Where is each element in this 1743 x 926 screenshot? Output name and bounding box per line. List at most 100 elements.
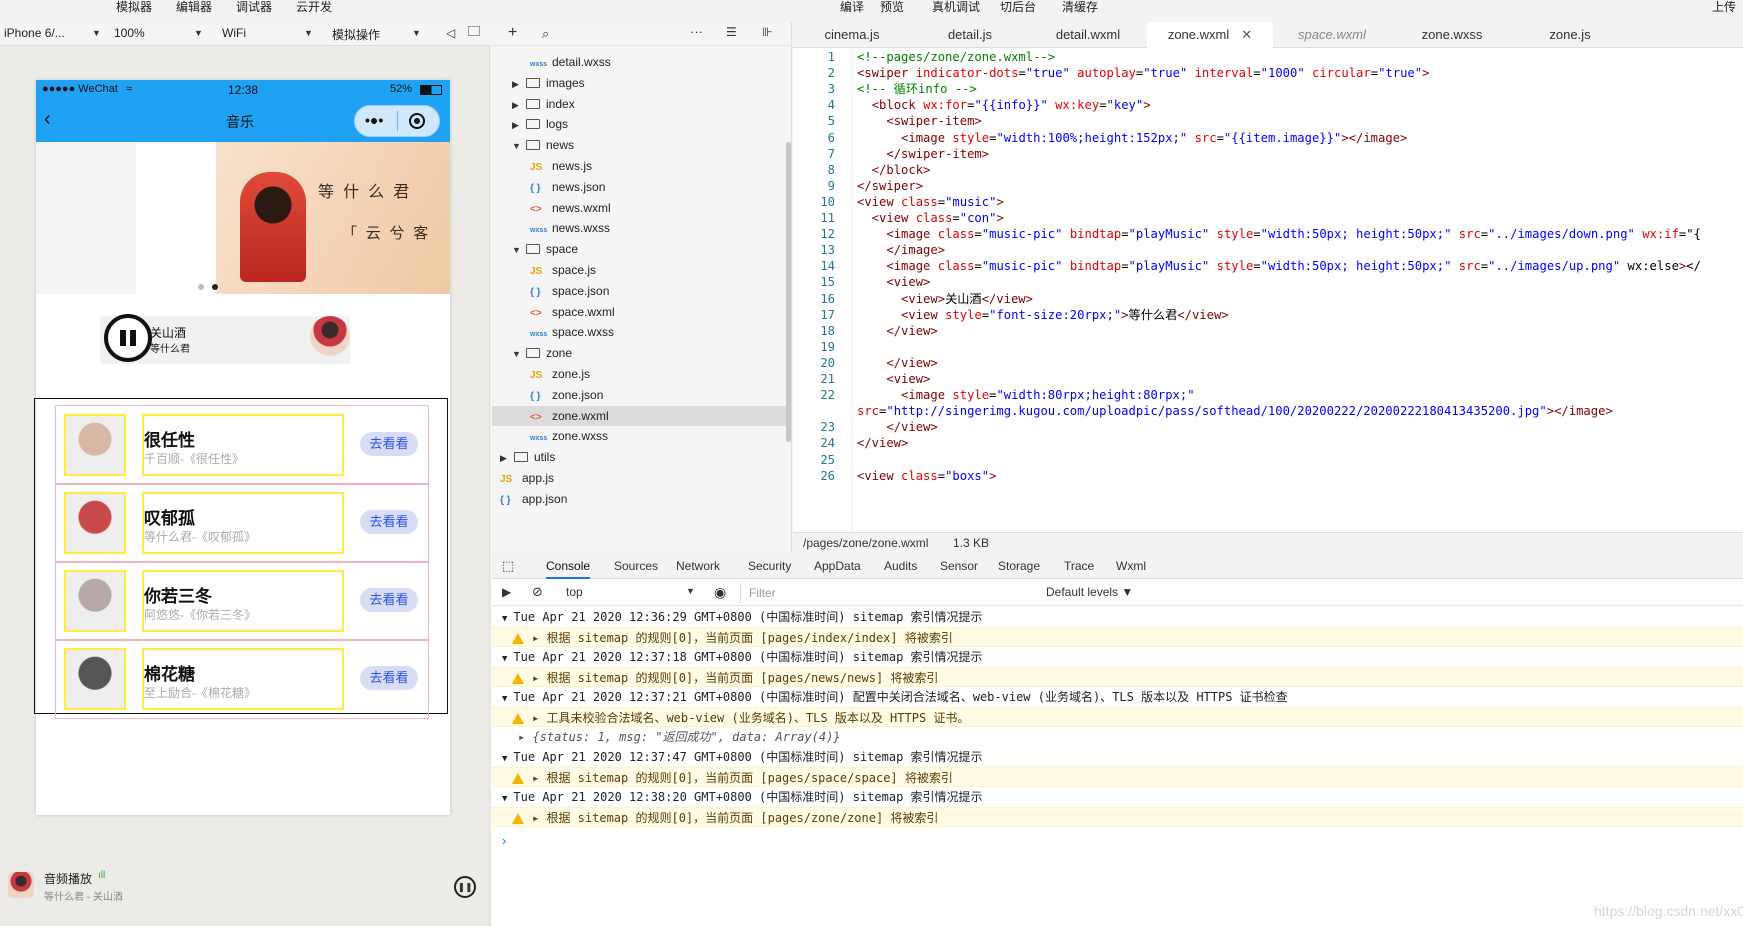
chevron-down-icon[interactable]: ▼ — [502, 654, 507, 664]
file-item[interactable]: wxss detail.wxss — [492, 52, 792, 72]
menu-preview[interactable]: 预览 — [880, 0, 904, 14]
folder-item[interactable]: ▶ index — [492, 94, 792, 114]
devtools-tab-audits[interactable]: Audits — [884, 559, 917, 573]
code-area[interactable]: <!--pages/zone/zone.wxml--><!--pages/zon… — [857, 48, 1743, 552]
console-log-group[interactable]: ▼ Tue Apr 21 2020 12:37:21 GMT+0800 (中国标准… — [492, 687, 1743, 707]
network-select[interactable]: WiFi — [222, 26, 246, 40]
file-item[interactable]: JS space.js — [492, 260, 792, 280]
tab-zone-wxss[interactable]: zone.wxss — [1393, 22, 1511, 48]
split-icon[interactable]: ⊪ — [762, 25, 772, 39]
devtools-tab-network[interactable]: Network — [676, 559, 720, 573]
console-log-warn[interactable]: ▸ 根据 sitemap 的规则[0]，当前页面 [pages/zone/zon… — [492, 807, 1743, 827]
simulate-op-select[interactable]: 模拟操作 — [332, 26, 380, 43]
zoom-select[interactable]: 100% — [114, 26, 145, 40]
devtools-tab-sources[interactable]: Sources — [614, 559, 658, 573]
sidebar-toggle-icon[interactable]: ▶ — [502, 585, 511, 599]
folder-item[interactable]: ▶ utils — [492, 447, 792, 467]
swiper-dot[interactable] — [198, 284, 204, 290]
levels-select[interactable]: Default levels ▼ — [1046, 585, 1133, 599]
console-log-group[interactable]: ▼ Tue Apr 21 2020 12:36:29 GMT+0800 (中国标准… — [492, 607, 1743, 627]
console-log-warn[interactable]: ▸ 工具未校验合法域名、web-view (业务域名)、TLS 版本以及 HTT… — [492, 707, 1743, 727]
tab-detail-js[interactable]: detail.js — [911, 22, 1029, 48]
chevron-down-icon[interactable]: ▼ — [502, 794, 507, 804]
file-item[interactable]: { } zone.json — [492, 385, 792, 405]
chevron-down-icon[interactable]: ▼ — [502, 694, 507, 704]
file-item[interactable]: <> news.wxml — [492, 198, 792, 218]
menu-simulator[interactable]: 模拟器 — [116, 0, 152, 14]
mute-icon[interactable]: ◁ — [446, 26, 455, 40]
menu-clearcache[interactable]: 清缓存 — [1062, 0, 1098, 14]
swiper-dot-active[interactable] — [212, 284, 218, 290]
console-log-warn[interactable]: ▸ 根据 sitemap 的规则[0]，当前页面 [pages/news/new… — [492, 667, 1743, 687]
menu-realdebug[interactable]: 真机调试 — [932, 0, 980, 14]
chevron-down-icon[interactable]: ▼ — [512, 240, 526, 260]
menu-editor[interactable]: 编辑器 — [176, 0, 212, 14]
file-item[interactable]: wxss news.wxss — [492, 218, 792, 238]
chevron-right-icon[interactable]: ▶ — [512, 74, 526, 94]
context-select[interactable]: top — [566, 585, 583, 599]
chevron-right-icon[interactable]: ▶ — [500, 448, 514, 468]
explorer-scrollbar[interactable] — [786, 142, 791, 442]
file-item[interactable]: wxss space.wxss — [492, 322, 792, 342]
file-item[interactable]: wxss zone.wxss — [492, 426, 792, 446]
folder-item[interactable]: ▼ zone — [492, 343, 792, 363]
file-item[interactable]: JS app.js — [492, 468, 792, 488]
menu-cloud[interactable]: 云开发 — [296, 0, 332, 14]
audio-pause-icon[interactable]: ❚❚ — [454, 876, 476, 898]
file-item[interactable]: <> zone.wxml — [492, 405, 792, 426]
folder-item[interactable]: ▼ space — [492, 239, 792, 259]
file-item[interactable]: { } app.json — [492, 489, 792, 509]
window-icon[interactable] — [468, 26, 480, 36]
banner-image[interactable]: 等 什 么 君 「 云 兮 客 — [216, 142, 450, 294]
chevron-down-icon[interactable]: ▼ — [512, 344, 526, 364]
device-select[interactable]: iPhone 6/... — [4, 26, 65, 40]
tab-space-wxml[interactable]: space.wxml — [1273, 22, 1391, 48]
more-icon[interactable]: •●• — [365, 112, 383, 128]
more-icon[interactable]: ··· — [690, 24, 703, 39]
devtools-tab-wxml[interactable]: Wxml — [1116, 559, 1146, 573]
view-button[interactable]: 去看看 — [360, 510, 418, 534]
filter-input[interactable]: Filter — [740, 583, 1030, 603]
close-mini-program-icon[interactable] — [409, 113, 425, 129]
folder-item[interactable]: ▼ news — [492, 135, 792, 155]
console-log-group[interactable]: ▼ Tue Apr 21 2020 12:37:47 GMT+0800 (中国标准… — [492, 747, 1743, 767]
console-log-group[interactable]: ▼ Tue Apr 21 2020 12:37:18 GMT+0800 (中国标准… — [492, 647, 1743, 667]
file-item[interactable]: { } news.json — [492, 177, 792, 197]
file-item[interactable]: JS zone.js — [492, 364, 792, 384]
console-log-group[interactable]: ▼ Tue Apr 21 2020 12:38:20 GMT+0800 (中国标准… — [492, 787, 1743, 807]
tab-cinema-js[interactable]: cinema.js — [793, 22, 911, 48]
clear-console-icon[interactable]: ⊘ — [532, 584, 543, 600]
menu-upload[interactable]: 上传 — [1712, 0, 1736, 14]
folder-item[interactable]: ▶ logs — [492, 114, 792, 134]
view-button[interactable]: 去看看 — [360, 666, 418, 690]
tab-zone-js[interactable]: zone.js — [1511, 22, 1629, 48]
view-button[interactable]: 去看看 — [360, 432, 418, 456]
devtools-tab-trace[interactable]: Trace — [1064, 559, 1094, 573]
chevron-down-icon[interactable]: ▼ — [502, 614, 507, 624]
console-log-warn[interactable]: ▸ 根据 sitemap 的规则[0]，当前页面 [pages/space/sp… — [492, 767, 1743, 787]
devtools-tab-storage[interactable]: Storage — [998, 559, 1040, 573]
close-icon[interactable]: ✕ — [1241, 27, 1252, 42]
chevron-down-icon[interactable]: ▼ — [502, 754, 507, 764]
devtools-tab-security[interactable]: Security — [748, 559, 791, 573]
menu-debugger[interactable]: 调试器 — [236, 0, 272, 14]
console-log-obj[interactable]: ▸ {status: 1, msg: "返回成功", data: Array(4… — [492, 727, 1743, 747]
tab-detail-wxml[interactable]: detail.wxml — [1029, 22, 1147, 48]
devtools-tab-sensor[interactable]: Sensor — [940, 559, 978, 573]
file-item[interactable]: JS news.js — [492, 156, 792, 176]
file-item[interactable]: <> space.wxml — [492, 302, 792, 322]
back-icon[interactable]: ‹ — [44, 108, 51, 131]
chevron-right-icon[interactable]: ▶ — [512, 115, 526, 135]
menu-compile[interactable]: 编译 — [840, 0, 864, 14]
inspect-icon[interactable]: ⬚ — [502, 558, 514, 574]
devtools-tab-console[interactable]: Console — [546, 559, 591, 579]
search-icon[interactable]: ⌕ — [542, 26, 549, 42]
file-item[interactable]: { } space.json — [492, 281, 792, 301]
pause-icon[interactable] — [104, 314, 152, 362]
chevron-right-icon[interactable]: ▶ — [512, 95, 526, 115]
eye-icon[interactable]: ◉ — [714, 584, 726, 601]
collapse-icon[interactable]: ☰ — [726, 25, 737, 39]
folder-item[interactable]: ▶ images — [492, 73, 792, 93]
chevron-down-icon[interactable]: ▼ — [512, 136, 526, 156]
tab-zone-wxml[interactable]: zone.wxml ✕ — [1147, 22, 1273, 48]
